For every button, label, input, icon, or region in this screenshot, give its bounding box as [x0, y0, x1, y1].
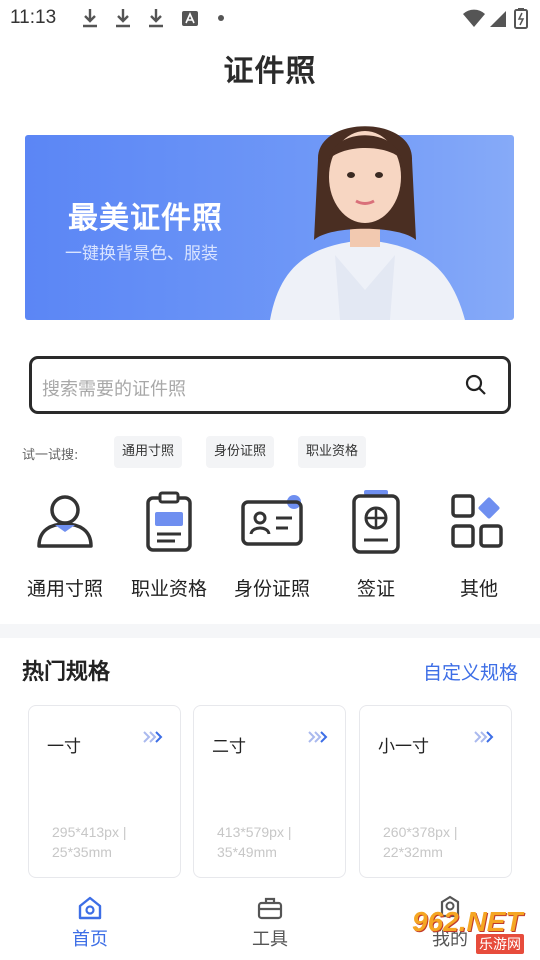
briefcase-icon [257, 897, 283, 920]
chip-professional[interactable]: 职业资格 [298, 436, 367, 468]
tab-tools[interactable]: 工具 [225, 894, 315, 951]
watermark-text: 乐游网 [476, 934, 524, 954]
status-bar: 11:13 [0, 0, 540, 36]
spec-card[interactable]: 一寸 295*413px | 25*35mm [28, 705, 181, 878]
site-watermark: 962.NET 乐游网 [396, 900, 536, 956]
spec-card-size: 260*378px | 22*32mm [383, 824, 458, 860]
download-icon [116, 9, 130, 28]
search-box[interactable]: 搜索需要的证件照 [29, 356, 511, 414]
app-title: 证件照 [223, 54, 317, 89]
double-chevron-right-icon [308, 731, 328, 743]
search-input[interactable]: 搜索需要的证件照 [42, 375, 186, 401]
chip-id-card[interactable]: 身份证照 [206, 436, 275, 468]
tab-label: 首页 [72, 929, 108, 950]
passport-icon [352, 490, 400, 554]
category-label: 其他 [459, 578, 498, 600]
notification-dot-icon [218, 15, 224, 21]
download-icon [83, 9, 97, 28]
banner-subtitle: 一键换背景色、服装 [65, 244, 218, 264]
spec-card-name: 一寸 [47, 737, 81, 757]
category-id-card[interactable]: 身份证照 [224, 488, 320, 600]
category-label: 职业资格 [130, 578, 207, 600]
spec-card-name: 小一寸 [378, 737, 429, 757]
category-label: 通用寸照 [26, 578, 103, 600]
category-other[interactable]: 其他 [431, 488, 527, 600]
spec-card[interactable]: 小一寸 260*378px | 22*32mm [359, 705, 512, 878]
status-time: 11:13 [10, 7, 57, 28]
category-label: 身份证照 [233, 578, 310, 600]
spec-card-size: 413*579px | 35*49mm [217, 824, 292, 860]
spec-card[interactable]: 二寸 413*579px | 35*49mm [193, 705, 346, 878]
double-chevron-right-icon [143, 731, 163, 743]
category-general-photo[interactable]: 通用寸照 [17, 488, 113, 600]
try-search-label: 试一试搜: [22, 448, 79, 463]
battery-icon [514, 8, 528, 29]
wifi-icon [463, 9, 485, 27]
category-visa[interactable]: 签证 [328, 488, 424, 600]
grid-icon [451, 494, 503, 548]
double-chevron-right-icon [474, 731, 494, 743]
signal-icon [490, 11, 506, 27]
tab-label: 工具 [252, 929, 288, 950]
banner-title: 最美证件照 [68, 201, 223, 236]
section-divider [0, 624, 540, 638]
chip-general-photo[interactable]: 通用寸照 [114, 436, 183, 468]
person-icon [37, 495, 93, 548]
tab-home[interactable]: 首页 [45, 894, 135, 951]
hot-specs-title: 热门规格 [22, 660, 111, 685]
portrait-image [270, 126, 465, 320]
promo-banner[interactable]: 最美证件照 一键换背景色、服装 [25, 126, 514, 320]
home-icon [78, 896, 102, 920]
custom-spec-link[interactable]: 自定义规格 [423, 658, 518, 685]
clipboard-icon [146, 491, 192, 552]
spec-card-name: 二寸 [212, 737, 246, 757]
download-icon [149, 9, 163, 28]
search-icon[interactable] [464, 373, 488, 397]
id-card-icon [241, 495, 303, 546]
category-label: 签证 [356, 578, 395, 600]
category-professional[interactable]: 职业资格 [121, 488, 217, 600]
font-notification-icon [182, 11, 198, 26]
spec-card-size: 295*413px | 25*35mm [52, 824, 127, 860]
try-search-row: 试一试搜: 通用寸照 身份证照 职业资格 [22, 436, 522, 468]
